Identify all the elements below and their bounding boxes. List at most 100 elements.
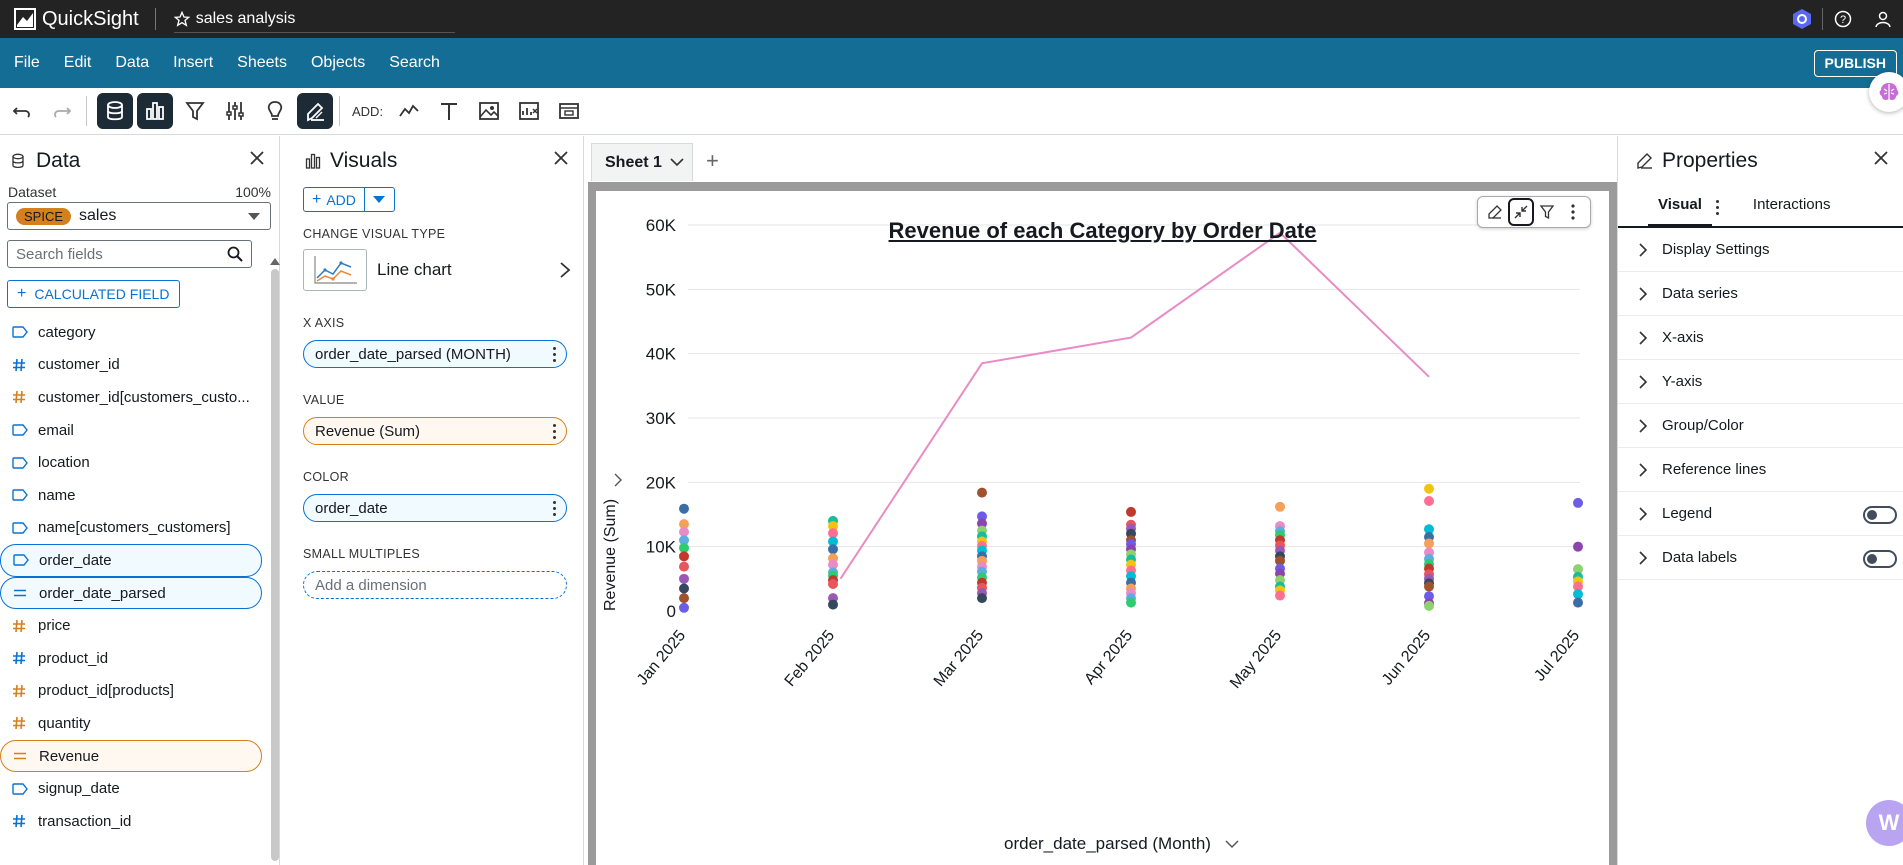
chevron-right-icon[interactable]	[1638, 286, 1648, 302]
data-point[interactable]	[679, 583, 689, 594]
data-point[interactable]	[1126, 506, 1136, 517]
field-list-scrollbar[interactable]	[270, 254, 280, 865]
field-item[interactable]: customer_id[customers_custo...	[0, 381, 262, 414]
field-item[interactable]: signup_date	[0, 772, 262, 805]
property-section[interactable]: Data series	[1618, 272, 1903, 316]
property-section[interactable]: Display Settings	[1618, 228, 1903, 272]
menu-file[interactable]: File	[0, 38, 52, 88]
field-item[interactable]: order_date	[0, 544, 262, 577]
field-item[interactable]: category	[0, 316, 262, 349]
visual-type-selector[interactable]: Line chart	[303, 249, 573, 291]
menu-search[interactable]: Search	[377, 38, 452, 88]
field-item[interactable]: customer_id	[0, 349, 262, 382]
menu-sheets[interactable]: Sheets	[225, 38, 299, 88]
data-point[interactable]	[679, 602, 689, 613]
toggle-switch[interactable]	[1863, 550, 1897, 568]
visual-filter-button[interactable]	[1534, 198, 1560, 226]
menu-edit[interactable]: Edit	[52, 38, 104, 88]
add-insight-button[interactable]	[511, 93, 547, 129]
data-point[interactable]	[1424, 483, 1434, 494]
filter-button[interactable]	[177, 93, 213, 129]
data-point[interactable]	[1573, 597, 1583, 608]
visuals-panel-toggle[interactable]	[137, 93, 173, 129]
collapse-visual-button[interactable]	[1508, 198, 1534, 226]
quicksight-logo[interactable]: QuickSight	[0, 8, 139, 31]
data-panel-toggle[interactable]	[97, 93, 133, 129]
property-section[interactable]: Data labels	[1618, 536, 1903, 580]
y-axis-title[interactable]: Revenue (Sum)	[602, 499, 620, 611]
small-multiples-well[interactable]: Add a dimension	[303, 571, 567, 599]
add-dropdown-button[interactable]	[364, 187, 395, 212]
amazon-q-icon[interactable]	[1782, 0, 1822, 38]
field-item[interactable]: location	[0, 446, 262, 479]
data-point[interactable]	[1573, 497, 1583, 508]
dataset-select[interactable]: SPICE sales	[7, 202, 271, 230]
star-icon[interactable]	[173, 10, 190, 27]
calculated-field-button[interactable]: + CALCULATED FIELD	[7, 280, 180, 308]
undo-button[interactable]	[4, 93, 40, 129]
redo-button[interactable]	[44, 93, 80, 129]
field-item[interactable]: name[customers_customers]	[0, 512, 262, 545]
ai-assistant-button[interactable]	[1869, 72, 1903, 112]
field-item[interactable]: Revenue	[0, 739, 262, 773]
parameters-button[interactable]	[217, 93, 253, 129]
property-section[interactable]: Reference lines	[1618, 448, 1903, 492]
x-axis-field-well[interactable]: order_date_parsed (MONTH)	[303, 340, 567, 368]
chevron-right-icon[interactable]	[613, 472, 623, 488]
data-point[interactable]	[1275, 590, 1285, 601]
data-point[interactable]	[977, 593, 987, 604]
data-point[interactable]	[1424, 538, 1434, 549]
data-point[interactable]	[679, 573, 689, 584]
search-fields-input[interactable]	[16, 245, 206, 263]
add-image-button[interactable]	[471, 93, 507, 129]
chevron-down-icon[interactable]	[670, 157, 684, 167]
properties-panel-toggle[interactable]	[297, 93, 333, 129]
field-item[interactable]: name	[0, 479, 262, 512]
kebab-menu-icon[interactable]	[553, 424, 556, 439]
add-visual-button[interactable]	[391, 93, 427, 129]
property-section[interactable]: Legend	[1618, 492, 1903, 536]
data-point[interactable]	[1424, 600, 1434, 611]
data-point[interactable]	[679, 561, 689, 572]
data-point[interactable]	[828, 544, 838, 555]
data-point[interactable]	[1126, 597, 1136, 608]
x-axis-title[interactable]: order_date_parsed (Month)	[1004, 834, 1240, 854]
chevron-right-icon[interactable]	[1638, 418, 1648, 434]
sheet-tab-1[interactable]: Sheet 1	[591, 143, 693, 181]
add-visual-button[interactable]: + ADD	[303, 187, 365, 212]
property-section[interactable]: X-axis	[1618, 316, 1903, 360]
data-point[interactable]	[828, 578, 838, 589]
kebab-menu-icon[interactable]	[553, 347, 556, 362]
scroll-thumb[interactable]	[271, 269, 279, 861]
color-field-well[interactable]: order_date	[303, 494, 567, 522]
menu-objects[interactable]: Objects	[299, 38, 377, 88]
add-embed-button[interactable]	[551, 93, 587, 129]
chevron-right-icon[interactable]	[1638, 374, 1648, 390]
data-point[interactable]	[679, 503, 689, 514]
kebab-menu-icon[interactable]	[1715, 200, 1719, 226]
tab-interactions[interactable]: Interactions	[1743, 186, 1841, 226]
visual-format-button[interactable]	[1482, 198, 1508, 226]
chevron-right-icon[interactable]	[1638, 550, 1648, 566]
property-section[interactable]: Group/Color	[1618, 404, 1903, 448]
menu-insert[interactable]: Insert	[161, 38, 225, 88]
chevron-right-icon[interactable]	[1638, 242, 1648, 258]
data-point[interactable]	[679, 551, 689, 562]
value-field-well[interactable]: Revenue (Sum)	[303, 417, 567, 445]
insights-button[interactable]	[257, 93, 293, 129]
search-icon[interactable]	[227, 246, 243, 262]
data-point[interactable]	[1424, 581, 1434, 592]
tab-visual[interactable]: Visual	[1648, 186, 1712, 228]
data-point[interactable]	[828, 599, 838, 610]
field-item[interactable]: transaction_id	[0, 805, 262, 838]
field-item[interactable]: product_id	[0, 642, 262, 675]
analysis-title[interactable]: sales analysis	[173, 10, 456, 33]
data-point[interactable]	[1424, 495, 1434, 506]
chevron-right-icon[interactable]	[1638, 330, 1648, 346]
chevron-right-icon[interactable]	[1638, 462, 1648, 478]
line-chart-visual[interactable]: 0 10K 20K 30K 40K 50K 60K Jan 2025 Feb 2025 Mar 2…	[596, 191, 1609, 865]
toggle-switch[interactable]	[1863, 506, 1897, 524]
data-point[interactable]	[1573, 541, 1583, 552]
visual-menu-button[interactable]	[1560, 198, 1586, 226]
field-item[interactable]: price	[0, 609, 262, 642]
